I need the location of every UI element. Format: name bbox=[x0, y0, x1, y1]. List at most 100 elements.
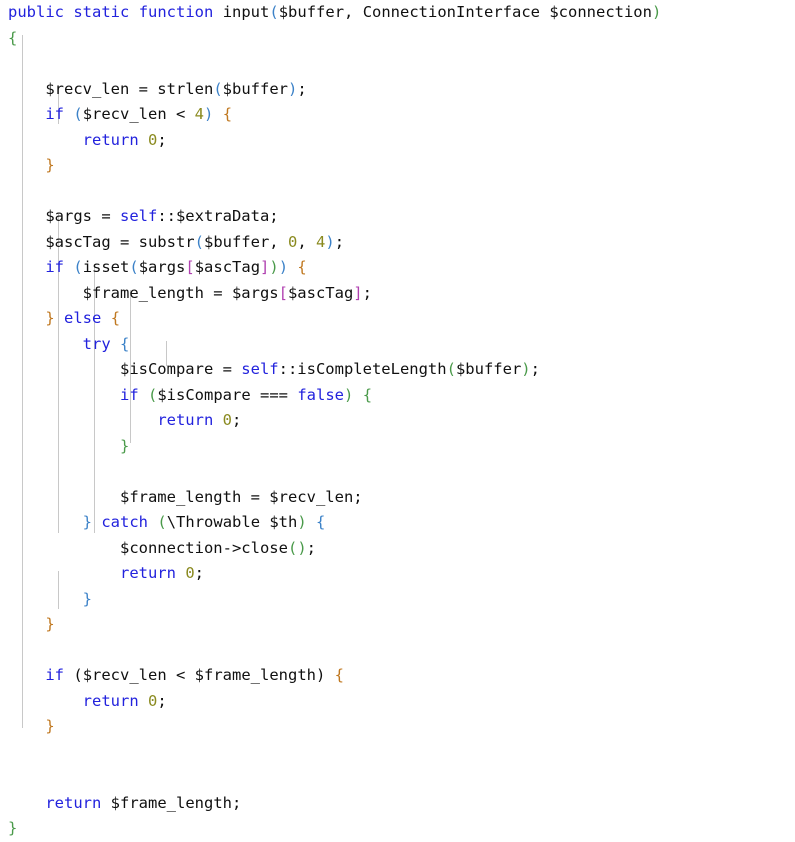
code-line[interactable]: return $frame_length; bbox=[0, 791, 795, 817]
code-token: 4 bbox=[194, 105, 205, 123]
code-line[interactable]: } bbox=[0, 714, 795, 740]
code-token: if bbox=[45, 105, 64, 123]
code-token: } bbox=[45, 615, 55, 633]
code-line[interactable] bbox=[0, 740, 795, 766]
code-token: else bbox=[64, 309, 102, 327]
code-line[interactable]: return 0; bbox=[0, 689, 795, 715]
code-token: $frame_length; bbox=[110, 793, 242, 812]
code-token: ] bbox=[353, 283, 363, 302]
code-token: ( bbox=[287, 538, 298, 557]
code-line[interactable]: { bbox=[0, 26, 795, 52]
code-token: } bbox=[45, 717, 55, 735]
code-token: $ascTag = substr bbox=[8, 232, 195, 251]
code-line[interactable]: if ($recv_len < $frame_length) { bbox=[0, 663, 795, 689]
code-token: { bbox=[297, 258, 307, 276]
code-line[interactable]: return 0; bbox=[0, 408, 795, 434]
code-line[interactable]: } bbox=[0, 587, 795, 613]
code-token: ( bbox=[148, 385, 158, 404]
code-line[interactable]: if ($recv_len < 4) { bbox=[0, 102, 795, 128]
code-editor[interactable]: public static function input($buffer, Co… bbox=[0, 0, 795, 837]
code-token: ; bbox=[232, 411, 242, 429]
code-token: { bbox=[222, 105, 233, 123]
code-token: $isCompare === bbox=[157, 385, 298, 404]
code-token: ) bbox=[287, 79, 298, 98]
code-token: if bbox=[45, 666, 64, 684]
code-token: ; bbox=[306, 538, 316, 557]
code-token: ( bbox=[446, 360, 456, 378]
code-token: 0 bbox=[185, 564, 195, 582]
code-line-list: public static function input($buffer, Co… bbox=[0, 0, 795, 842]
code-line[interactable]: if (isset($args[$ascTag])) { bbox=[0, 255, 795, 281]
code-line[interactable]: } bbox=[0, 434, 795, 460]
code-line[interactable]: $frame_length = $recv_len; bbox=[0, 485, 795, 511]
code-token: 0 bbox=[148, 691, 158, 710]
code-line[interactable]: $frame_length = $args[$ascTag]; bbox=[0, 281, 795, 307]
code-line[interactable] bbox=[0, 459, 795, 485]
code-line[interactable]: $recv_len = strlen($buffer); bbox=[0, 77, 795, 103]
code-token: $isCompare = bbox=[8, 360, 242, 378]
code-token: $frame_length = $recv_len; bbox=[8, 487, 363, 506]
code-line[interactable]: $ascTag = substr($buffer, 0, 4); bbox=[0, 230, 795, 256]
code-token: [ bbox=[278, 283, 288, 302]
code-line[interactable]: } bbox=[0, 816, 795, 842]
code-token: $args = bbox=[8, 207, 120, 225]
code-token: $frame_length = $args bbox=[8, 283, 279, 302]
code-line[interactable] bbox=[0, 765, 795, 791]
code-token: catch bbox=[101, 513, 149, 531]
code-line[interactable] bbox=[0, 179, 795, 205]
code-line[interactable]: return 0; bbox=[0, 561, 795, 587]
code-token: $ascTag bbox=[287, 283, 354, 302]
code-line[interactable]: try { bbox=[0, 332, 795, 358]
code-token: { bbox=[120, 334, 130, 353]
code-line[interactable]: $connection->close(); bbox=[0, 536, 795, 562]
code-token: { bbox=[334, 666, 345, 684]
code-token: ( bbox=[194, 232, 204, 251]
code-token: $ascTag bbox=[194, 258, 261, 276]
code-line[interactable]: $args = self::$extraData; bbox=[0, 204, 795, 230]
code-token: ) bbox=[269, 258, 279, 276]
code-token: ] bbox=[260, 258, 270, 276]
code-token: { bbox=[8, 28, 18, 47]
code-token: static bbox=[73, 3, 130, 21]
code-token: ) bbox=[278, 258, 289, 276]
code-token: ; bbox=[157, 691, 167, 710]
code-line[interactable]: public static function input($buffer, Co… bbox=[0, 0, 795, 26]
code-line[interactable]: } catch (\Throwable $th) { bbox=[0, 510, 795, 536]
code-token: } bbox=[45, 309, 55, 327]
code-line[interactable]: } bbox=[0, 612, 795, 638]
code-token: self bbox=[241, 360, 279, 378]
code-token: ( bbox=[129, 258, 139, 276]
code-line[interactable]: if ($isCompare === false) { bbox=[0, 383, 795, 409]
code-line[interactable]: } else { bbox=[0, 306, 795, 332]
code-token: ; bbox=[362, 283, 372, 302]
code-token: input bbox=[222, 3, 270, 21]
code-line[interactable]: return 0; bbox=[0, 128, 795, 154]
code-token: ) bbox=[297, 538, 307, 557]
code-token: } bbox=[8, 819, 18, 837]
code-token: $buffer, ConnectionInterface $connection bbox=[278, 3, 652, 21]
code-token: } bbox=[45, 156, 55, 174]
code-line[interactable] bbox=[0, 638, 795, 664]
code-token: $recv_len = strlen bbox=[8, 79, 214, 98]
code-line[interactable]: } bbox=[0, 153, 795, 179]
code-line[interactable]: $isCompare = self::isCompleteLength($buf… bbox=[0, 357, 795, 383]
code-line[interactable] bbox=[0, 51, 795, 77]
code-token: ; bbox=[297, 79, 307, 98]
code-token: $buffer bbox=[222, 79, 288, 98]
